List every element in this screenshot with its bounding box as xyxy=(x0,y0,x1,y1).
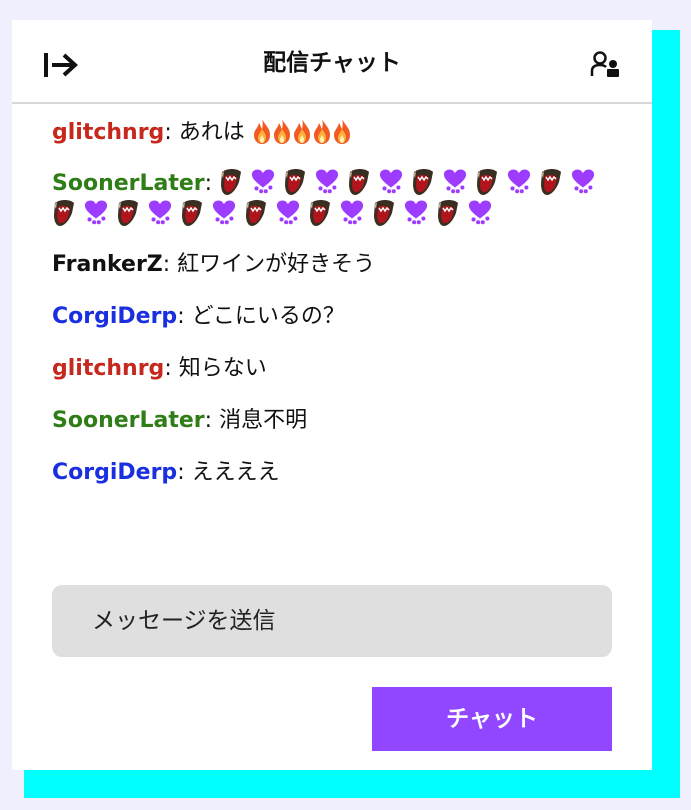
purple-dripping-heart-emote xyxy=(404,200,428,225)
chat-username[interactable]: CorgiDerp xyxy=(52,304,177,329)
chat-message-text: どこにいるの？ xyxy=(191,304,345,329)
community-button[interactable] xyxy=(590,50,622,80)
screaming-mouth-emote xyxy=(374,200,394,226)
screaming-mouth-emote xyxy=(541,169,562,195)
chat-message: CorgiDerp: ええええ xyxy=(52,460,280,485)
fire-emote xyxy=(293,119,310,144)
screaming-mouth-emote xyxy=(477,169,498,195)
screaming-mouth-emote xyxy=(413,169,434,195)
screaming-mouth-emote xyxy=(118,200,138,226)
screaming-mouth-emote xyxy=(54,200,74,226)
chat-message: FrankerZ: 紅ワインが好きそう xyxy=(52,252,376,277)
purple-dripping-heart-emote xyxy=(276,200,300,225)
purple-dripping-heart-emote xyxy=(468,200,492,225)
chat-message: SoonerLater: xyxy=(52,168,622,230)
fire-emote-group xyxy=(252,119,352,145)
chat-message-text: 知らない xyxy=(178,356,267,381)
chat-message: CorgiDerp: どこにいるの？ xyxy=(52,304,345,329)
stream-chat-panel: 配信チャット glitchnrg: あれは SoonerLater: Frank… xyxy=(12,20,652,770)
fire-emote xyxy=(253,119,270,144)
chat-message: glitchnrg: あれは xyxy=(52,116,622,150)
chat-message-text: 消息不明 xyxy=(219,408,308,433)
screaming-mouth-emote xyxy=(221,169,242,195)
chat-message: SoonerLater: 消息不明 xyxy=(52,408,308,433)
purple-dripping-heart-emote xyxy=(380,169,403,194)
chat-header: 配信チャット xyxy=(12,20,652,104)
purple-dripping-heart-emote xyxy=(148,200,172,225)
chat-title: 配信チャット xyxy=(263,50,401,76)
chat-username[interactable]: SoonerLater xyxy=(52,171,205,196)
screaming-mouth-emote xyxy=(182,200,202,226)
chat-message-text: あれは xyxy=(178,120,245,145)
screaming-mouth-emote xyxy=(349,169,370,195)
purple-dripping-heart-emote xyxy=(212,200,236,225)
fire-emote xyxy=(313,119,330,144)
screaming-mouth-emote xyxy=(246,200,266,226)
chat-messages: glitchnrg: あれは SoonerLater: FrankerZ: 紅ワ… xyxy=(52,116,622,508)
purple-dripping-heart-emote xyxy=(572,169,595,194)
purple-dripping-heart-emote xyxy=(444,169,467,194)
chat-message-text: ええええ xyxy=(191,460,280,485)
screaming-mouth-emote xyxy=(285,169,306,195)
chat-input-placeholder: メッセージを送信 xyxy=(92,608,276,634)
chat-username[interactable]: glitchnrg xyxy=(52,120,164,145)
chat-username[interactable]: CorgiDerp xyxy=(52,460,177,485)
fire-emote xyxy=(273,119,290,144)
chat-message-input[interactable]: メッセージを送信 xyxy=(52,585,612,657)
purple-dripping-heart-emote xyxy=(84,200,108,225)
send-chat-button[interactable]: チャット xyxy=(372,687,612,751)
community-users-icon xyxy=(590,51,619,77)
purple-dripping-heart-emote xyxy=(340,200,364,225)
purple-dripping-heart-emote xyxy=(316,169,339,194)
chat-username[interactable]: SoonerLater xyxy=(52,408,205,433)
screaming-mouth-emote xyxy=(438,200,458,226)
fire-emote xyxy=(333,119,350,144)
screaming-mouth-emote xyxy=(310,200,330,226)
chat-username[interactable]: FrankerZ xyxy=(52,252,163,277)
purple-dripping-heart-emote xyxy=(508,169,531,194)
purple-dripping-heart-emote xyxy=(252,169,275,194)
chat-username[interactable]: glitchnrg xyxy=(52,356,164,381)
chat-message-text: 紅ワインが好きそう xyxy=(177,252,376,277)
chat-message: glitchnrg: 知らない xyxy=(52,356,267,381)
